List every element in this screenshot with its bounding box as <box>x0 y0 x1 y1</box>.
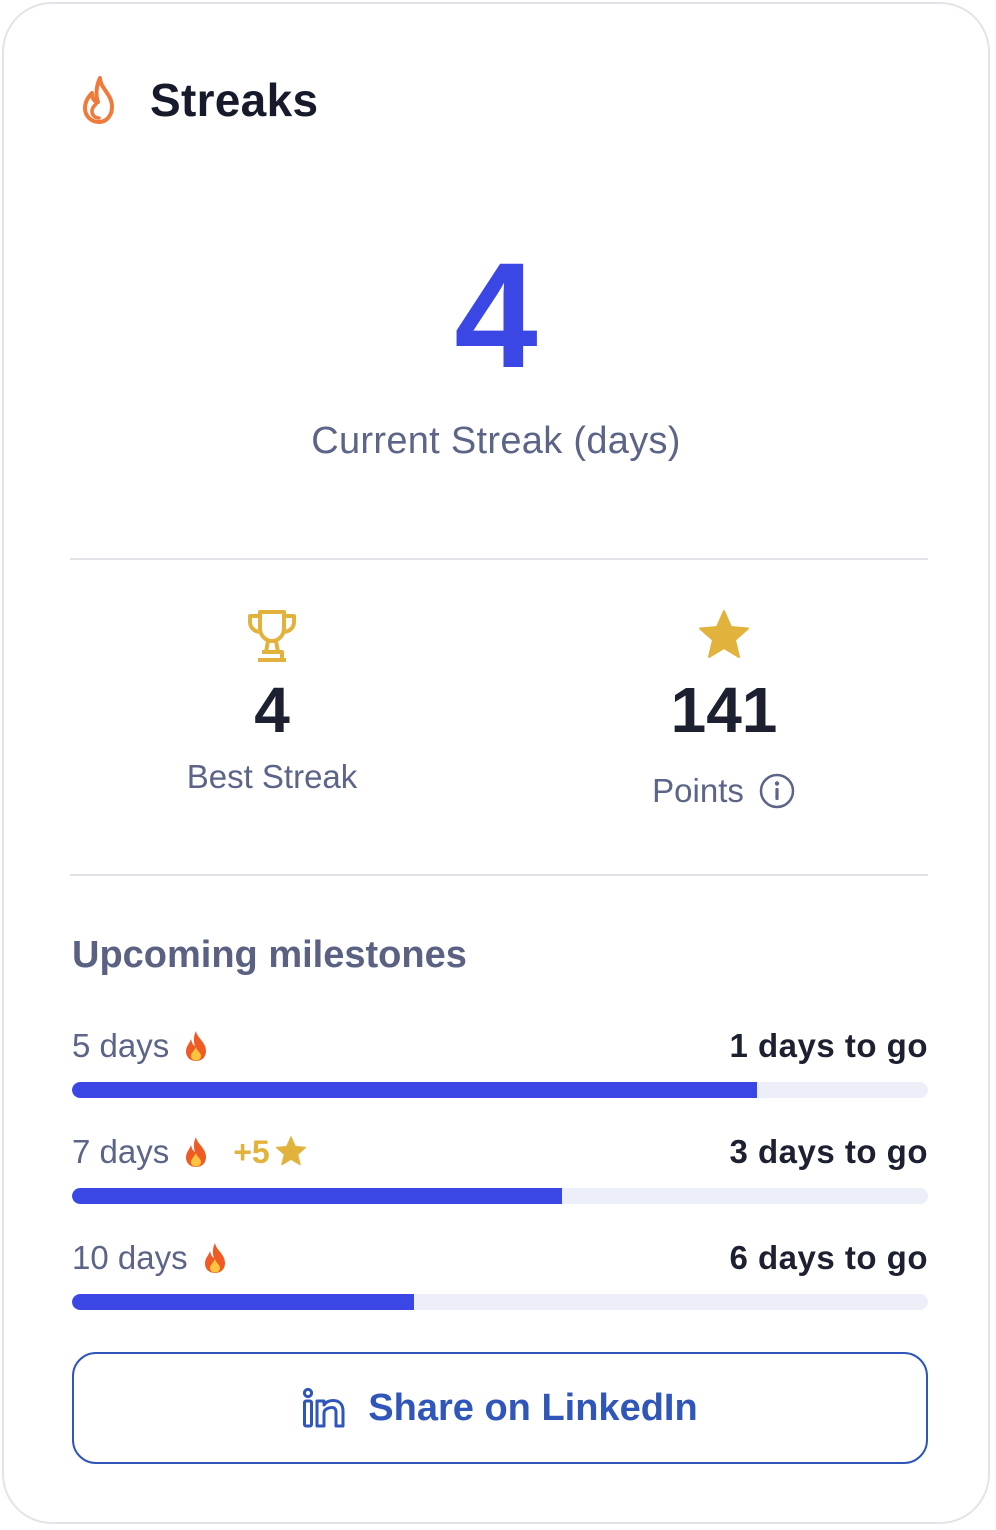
milestone-label: 7 days <box>72 1133 170 1170</box>
divider <box>70 558 928 560</box>
card-title: Streaks <box>150 74 319 126</box>
fire-icon <box>186 1137 207 1167</box>
share-linkedin-button[interactable]: Share on LinkedIn <box>72 1352 928 1464</box>
linkedin-icon <box>303 1387 345 1428</box>
progress-bar <box>72 1188 928 1204</box>
fire-icon <box>204 1243 225 1273</box>
progress-bar <box>72 1082 928 1098</box>
trophy-icon <box>248 610 296 662</box>
current-streak: 4 Current Streak (days) <box>4 240 988 463</box>
progress-fill <box>72 1082 757 1098</box>
current-streak-value: 4 <box>454 231 538 399</box>
star-icon <box>699 610 749 658</box>
streaks-card: Streaks 4 Current Streak (days) 4 Best S… <box>2 2 990 1524</box>
progress-bar <box>72 1294 928 1310</box>
best-streak-label: Best Streak <box>72 758 472 796</box>
points-value: 141 <box>670 674 778 746</box>
info-icon[interactable] <box>758 772 796 810</box>
milestone-label: 10 days <box>72 1239 188 1276</box>
milestone-label: 5 days <box>72 1027 170 1064</box>
points-label: Points <box>524 772 924 810</box>
milestone-remaining: 1 days to go <box>729 1027 928 1064</box>
share-button-label: Share on LinkedIn <box>368 1386 698 1429</box>
points-stat: 141 Points <box>524 608 924 810</box>
star-icon <box>275 1136 306 1166</box>
current-streak-label: Current Streak (days) <box>311 420 681 462</box>
best-streak-label-text: Best Streak <box>186 758 358 795</box>
divider <box>70 874 928 876</box>
flame-icon <box>83 76 114 124</box>
milestone-item: 10 days 6 days to go <box>72 1236 928 1310</box>
milestone-bonus: +5 <box>233 1134 307 1171</box>
fire-icon <box>186 1031 207 1061</box>
milestones-title: Upcoming milestones <box>72 934 467 976</box>
milestone-item: 7 days +5 3 days to go <box>72 1130 928 1204</box>
milestone-remaining: 6 days to go <box>729 1239 928 1276</box>
progress-fill <box>72 1294 415 1310</box>
milestone-remaining: 3 days to go <box>729 1133 928 1170</box>
points-label-text: Points <box>652 772 744 809</box>
bonus-points: +5 <box>233 1133 270 1170</box>
progress-fill <box>72 1188 562 1204</box>
best-streak-stat: 4 Best Streak <box>72 608 472 796</box>
card-header: Streaks <box>78 72 318 128</box>
best-streak-value: 4 <box>254 674 290 746</box>
milestone-item: 5 days 1 days to go <box>72 1024 928 1098</box>
